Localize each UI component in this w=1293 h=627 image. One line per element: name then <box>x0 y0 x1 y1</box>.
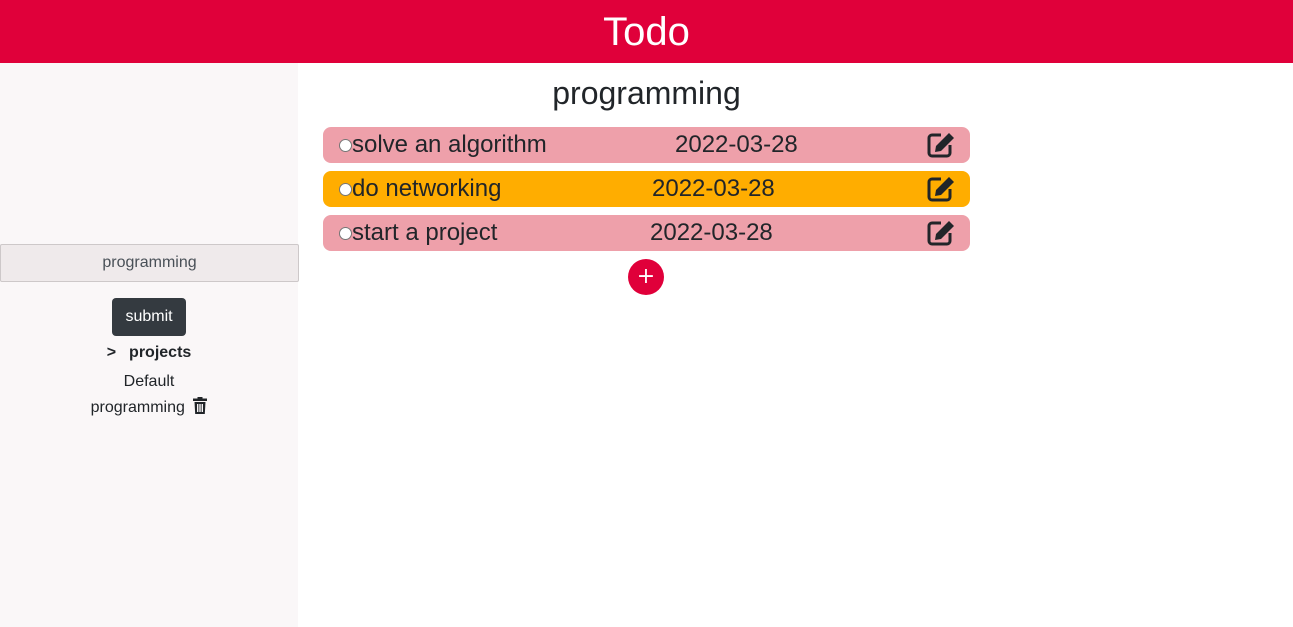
chevron-right-icon: > <box>106 344 117 361</box>
edit-icon[interactable] <box>927 176 955 207</box>
projects-heading[interactable]: > projects <box>0 344 298 362</box>
app-header: Todo <box>0 0 1293 63</box>
todo-item: do networking 2022-03-28 <box>323 171 970 207</box>
sidebar-item-default[interactable]: Default <box>0 373 298 391</box>
todo-item: start a project 2022-03-28 <box>323 215 970 251</box>
edit-icon[interactable] <box>927 220 955 251</box>
todo-checkbox[interactable] <box>339 227 352 240</box>
todo-title: do networking <box>352 175 502 202</box>
project-label: Default <box>123 373 175 390</box>
submit-button[interactable]: submit <box>112 298 186 336</box>
projects-label: projects <box>129 344 192 361</box>
sidebar: submit > projects Default programming <box>0 63 299 627</box>
todo-item: solve an algorithm 2022-03-28 <box>323 127 970 163</box>
sidebar-item-programming[interactable]: programming <box>0 397 298 419</box>
todo-title: start a project <box>352 219 498 246</box>
todo-date: 2022-03-28 <box>650 219 773 246</box>
todo-title: solve an algorithm <box>352 131 547 158</box>
project-name-input[interactable] <box>0 244 299 282</box>
app-title: Todo <box>603 9 690 54</box>
page-title: programming <box>552 75 741 111</box>
trash-icon[interactable] <box>193 397 208 419</box>
todo-date: 2022-03-28 <box>652 175 775 202</box>
todo-checkbox[interactable] <box>339 183 352 196</box>
edit-icon[interactable] <box>927 132 955 163</box>
add-todo-button[interactable]: + <box>628 259 664 295</box>
project-label: programming <box>90 399 185 416</box>
todo-date: 2022-03-28 <box>675 131 798 158</box>
todo-checkbox[interactable] <box>339 139 352 152</box>
